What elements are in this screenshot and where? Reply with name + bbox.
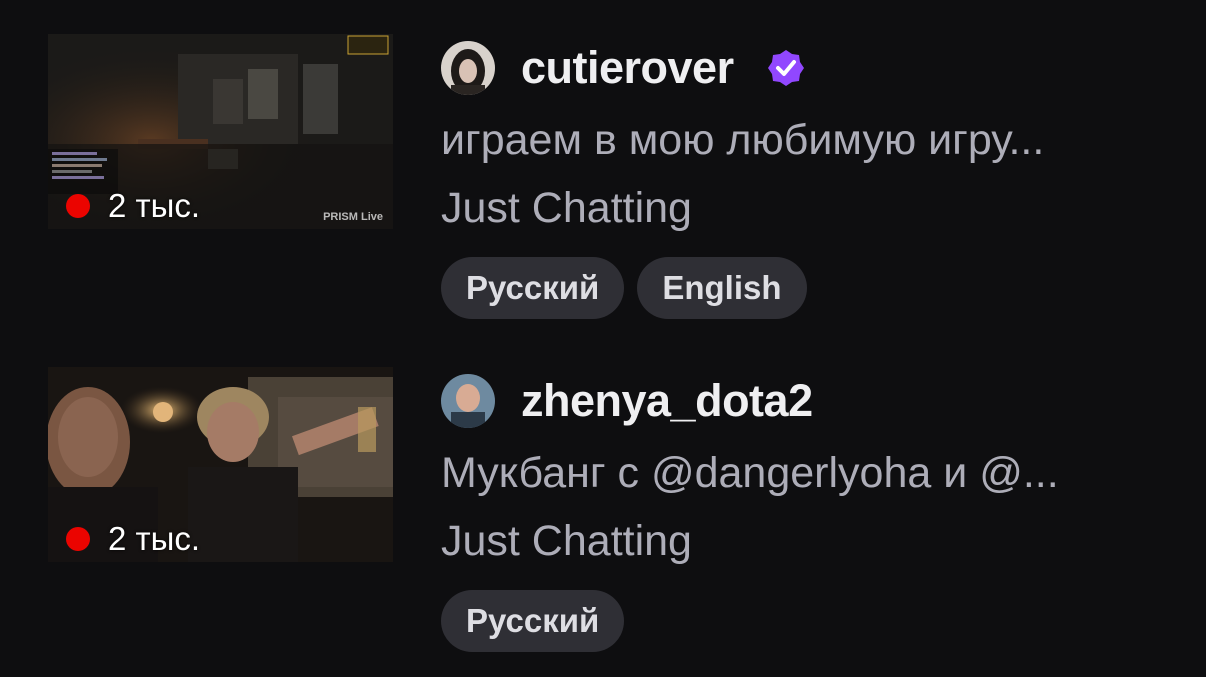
channel-row: zhenya_dota2 [441,373,813,429]
tag-russian[interactable]: Русский [441,257,625,319]
verified-badge-icon [766,48,806,88]
thumbnail-watermark: PRISM Live [323,211,383,223]
viewer-count: 2 тыс. [108,520,201,557]
stream-thumbnail[interactable]: 2 тыс. [48,367,393,562]
channel-row: cutierover [441,40,806,96]
tag-english[interactable]: English [637,257,807,319]
viewer-count-badge: 2 тыс. [66,186,200,226]
avatar[interactable] [441,374,495,428]
stream-card[interactable]: 2 тыс. zhenya_dota2 Мукбанг с @dangerlyo… [48,367,1188,667]
viewer-count-badge: 2 тыс. [66,519,200,559]
stream-category[interactable]: Just Chatting [441,180,692,236]
channel-name[interactable]: cutierover [521,40,734,96]
tag-list: Русский [441,590,637,652]
tag-list: Русский English [441,257,820,319]
stream-category[interactable]: Just Chatting [441,513,692,569]
stream-title[interactable]: Мукбанг с @dangerlyoha и @... [441,445,1186,501]
live-indicator [66,527,90,551]
stream-thumbnail[interactable]: 2 тыс. PRISM Live [48,34,393,229]
avatar[interactable] [441,41,495,95]
stream-card[interactable]: 2 тыс. PRISM Live cutierover играем в мо… [48,34,1188,334]
channel-name[interactable]: zhenya_dota2 [521,373,813,429]
tag-russian[interactable]: Русский [441,590,625,652]
live-indicator [66,194,90,218]
viewer-count: 2 тыс. [108,187,201,224]
stream-title[interactable]: играем в мою любимую игру... [441,112,1186,168]
